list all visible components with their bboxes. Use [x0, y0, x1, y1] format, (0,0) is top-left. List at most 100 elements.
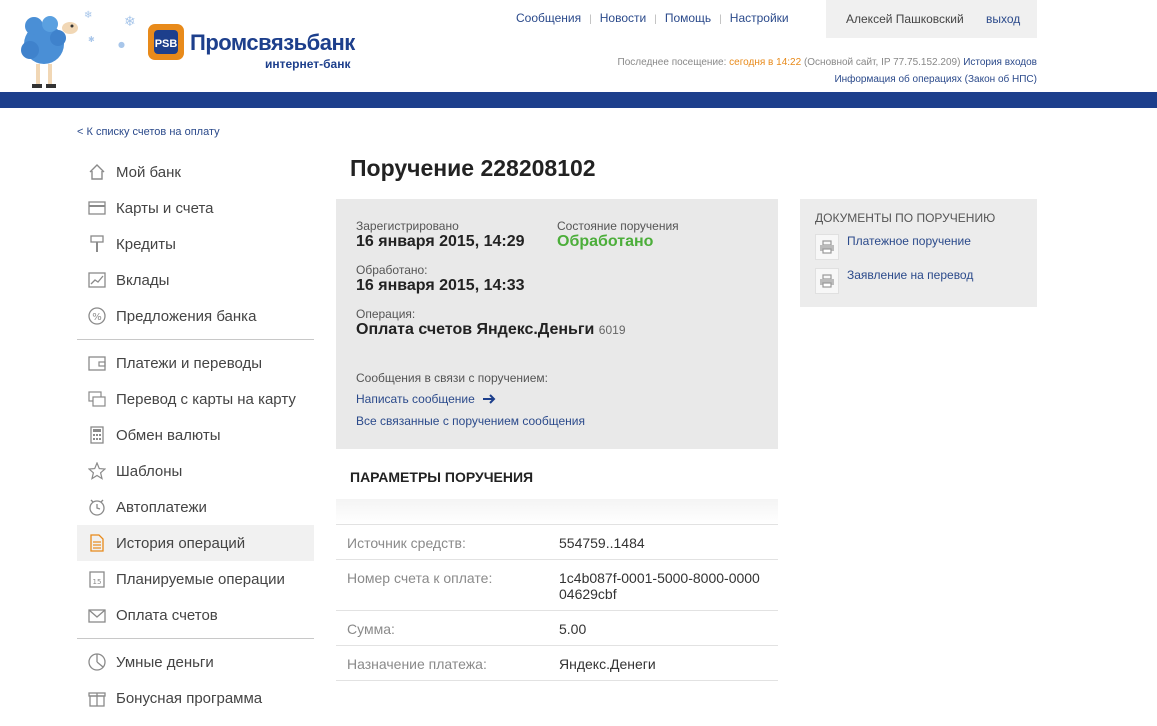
svg-text:PSB: PSB — [155, 38, 178, 50]
last-visit-label: Последнее посещение: — [617, 57, 727, 68]
document-item[interactable]: Платежное поручение — [815, 234, 971, 260]
sidebar-item-offers[interactable]: % Предложения банка — [77, 298, 314, 334]
user-name[interactable]: Алексей Пашковский — [846, 12, 964, 26]
messages-label: Сообщения в связи с поручением: — [356, 371, 549, 385]
param-key: Назначение платежа: — [347, 656, 487, 672]
mascot-illustration: ❄ ✱ ❄ — [21, 10, 95, 88]
sidebar-item-label: Планируемые операции — [116, 570, 285, 588]
sidebar-item-label: Платежи и переводы — [116, 354, 263, 372]
sidebar-item-card-transfer[interactable]: Перевод с карты на карту — [77, 381, 314, 417]
top-navigation: Сообщения | Новости | Помощь | Настройки — [516, 11, 789, 25]
sidebar-item-label: Автоплатежи — [116, 498, 207, 516]
sidebar-item-my-bank[interactable]: Мой банк — [77, 154, 314, 190]
payment-order-link[interactable]: Платежное поручение — [847, 234, 971, 248]
registered-label: Зарегистрировано — [356, 219, 459, 233]
nav-separator: | — [654, 14, 657, 25]
sidebar-item-label: Бонусная программа — [116, 689, 263, 707]
header-bar — [0, 92, 1157, 108]
sidebar-item-label: Умные деньги — [116, 653, 214, 671]
sidebar-item-cards[interactable]: Карты и счета — [77, 190, 314, 226]
sidebar-divider — [77, 339, 314, 340]
svg-text:✱: ✱ — [88, 35, 95, 44]
home-icon — [86, 161, 108, 183]
sidebar-item-label: Мой банк — [116, 163, 181, 181]
params-table: Источник средств: 554759..1484 Номер сче… — [336, 525, 778, 681]
last-visit-details: (Основной сайт, IP 77.75.152.209) — [803, 57, 961, 68]
sidebar-item-bonus-program[interactable]: Бонусная программа — [77, 680, 314, 716]
last-visit: Последнее посещение: сегодня в 14:22 (Ос… — [618, 57, 1037, 68]
back-to-invoices-link[interactable]: < К списку счетов на оплату — [77, 126, 220, 138]
param-value: Яндекс.Денеги — [559, 656, 656, 672]
sidebar-item-autopayments[interactable]: Автоплатежи — [77, 489, 314, 525]
page: ❄ ✱ ❄ ❄ ● PSB Промсвязьбанк интернет-бан… — [0, 0, 1157, 726]
status-label: Состояние поручения — [557, 219, 679, 233]
sidebar: Мой банк Карты и счета Кредиты Вклады % … — [77, 154, 314, 716]
sidebar-item-credits[interactable]: Кредиты — [77, 226, 314, 262]
snowflake-icon: ● — [118, 40, 125, 49]
all-messages-link[interactable]: Все связанные с поручением сообщения — [356, 414, 585, 428]
table-row: Сумма: 5.00 — [336, 611, 778, 646]
document-icon — [86, 532, 108, 554]
operation-code: 6019 — [598, 323, 626, 337]
processed-value: 16 января 2015, 14:33 — [356, 277, 525, 294]
last-visit-time: сегодня в 14:22 — [729, 57, 802, 68]
sidebar-item-label: Предложения банка — [116, 307, 257, 325]
transfer-application-link[interactable]: Заявление на перевод — [847, 268, 973, 282]
sidebar-item-label: Обмен валюты — [116, 426, 221, 444]
nav-help[interactable]: Помощь — [665, 11, 711, 25]
table-row: Назначение платежа: Яндекс.Денеги — [336, 646, 778, 681]
param-value: 554759..1484 — [559, 535, 645, 551]
write-message-link[interactable]: Написать сообщение — [356, 392, 496, 406]
printer-icon — [815, 234, 839, 260]
params-title: ПАРАМЕТРЫ ПОРУЧЕНИЯ — [350, 469, 534, 485]
logout-link[interactable]: выход — [986, 12, 1020, 26]
registered-value: 16 января 2015, 14:29 — [356, 233, 525, 250]
sidebar-item-payments[interactable]: Платежи и переводы — [77, 345, 314, 381]
login-history-link[interactable]: История входов — [963, 57, 1037, 68]
document-item[interactable]: Заявление на перевод — [815, 268, 973, 294]
chart-icon — [86, 269, 108, 291]
page-title: Поручение 228208102 — [350, 155, 596, 181]
sidebar-item-smart-money[interactable]: Умные деньги — [77, 644, 314, 680]
param-value: 1c4b087f-0001-5000-8000-000004629cbf — [559, 570, 760, 602]
envelope-icon — [86, 604, 108, 626]
card-icon — [86, 197, 108, 219]
sidebar-item-invoice-payment[interactable]: Оплата счетов — [77, 597, 314, 633]
sidebar-item-templates[interactable]: Шаблоны — [77, 453, 314, 489]
param-key: Сумма: — [347, 621, 395, 637]
svg-text:15: 15 — [93, 578, 102, 586]
user-box: Алексей Пашковский выход — [826, 0, 1037, 38]
sidebar-item-planned-operations[interactable]: 15 Планируемые операции — [77, 561, 314, 597]
processed-label: Обработано: — [356, 263, 428, 277]
params-header-shade — [336, 499, 778, 525]
wallet-icon — [86, 352, 108, 374]
sidebar-item-currency-exchange[interactable]: Обмен валюты — [77, 417, 314, 453]
percent-icon: % — [86, 305, 108, 327]
bank-logo-icon: PSB — [148, 24, 184, 60]
status-value: Обработано — [557, 233, 654, 250]
operations-info-link[interactable]: Информация об операциях (Закон об НПС) — [834, 74, 1037, 85]
sidebar-item-deposits[interactable]: Вклады — [77, 262, 314, 298]
nav-news[interactable]: Новости — [600, 11, 646, 25]
nav-separator: | — [589, 14, 592, 25]
nav-settings[interactable]: Настройки — [730, 11, 789, 25]
documents-panel: ДОКУМЕНТЫ ПО ПОРУЧЕНИЮ Платежное поручен… — [800, 199, 1037, 307]
nav-messages[interactable]: Сообщения — [516, 11, 581, 25]
sidebar-item-label: Вклады — [116, 271, 170, 289]
sidebar-item-label: Карты и счета — [116, 199, 214, 217]
header: ❄ ✱ ❄ ❄ ● PSB Промсвязьбанк интернет-бан… — [0, 0, 1157, 92]
bank-name: Промсвязьбанк — [190, 30, 355, 55]
cards-icon — [86, 388, 108, 410]
param-value: 5.00 — [559, 621, 587, 637]
star-icon — [86, 460, 108, 482]
order-summary: Зарегистрировано 16 января 2015, 14:29 С… — [336, 199, 778, 449]
svg-text:❄: ❄ — [84, 10, 92, 21]
operation-value: Оплата счетов Яндекс.Деньги 6019 — [356, 321, 626, 339]
gift-icon — [86, 687, 108, 709]
sidebar-item-operations-history[interactable]: История операций — [77, 525, 314, 561]
table-row: Источник средств: 554759..1484 — [336, 525, 778, 560]
calendar-icon: 15 — [86, 568, 108, 590]
pie-icon — [86, 651, 108, 673]
sidebar-item-label: Оплата счетов — [116, 606, 218, 624]
operation-label: Операция: — [356, 307, 416, 321]
